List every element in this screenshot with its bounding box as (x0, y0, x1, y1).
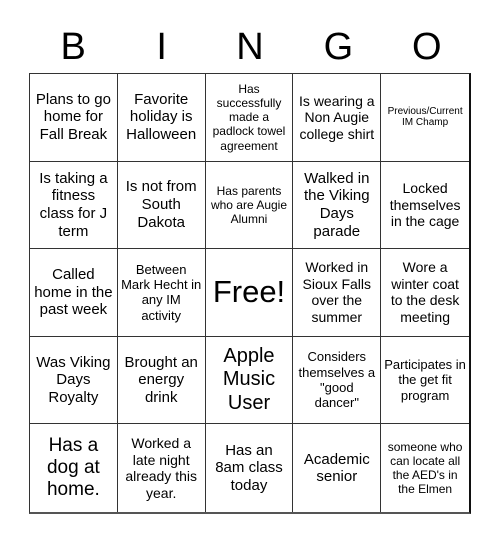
bingo-cell[interactable]: Called home in the past week (30, 249, 118, 337)
bingo-cell[interactable]: Considers themselves a "good dancer" (293, 336, 382, 425)
bingo-cell[interactable]: Previous/Current IM Champ (381, 74, 469, 162)
bingo-cell[interactable]: Walked in the Viking Days parade (293, 161, 382, 250)
bingo-cell[interactable]: Is wearing a Non Augie college shirt (293, 74, 382, 162)
bingo-cell[interactable]: Worked a late night already this year. (118, 424, 206, 512)
bingo-cell[interactable]: Between Mark Hecht in any IM activity (117, 249, 206, 337)
bingo-cell[interactable]: Is taking a fitness class for J term (30, 161, 118, 250)
header-letter-o: O (412, 26, 442, 68)
free-space-cell[interactable]: Free! (205, 249, 294, 337)
bingo-cell[interactable]: Wore a winter coat to the desk meeting (381, 249, 469, 337)
bingo-cell[interactable]: Plans to go home for Fall Break (30, 74, 118, 162)
bingo-cell[interactable]: Academic senior (293, 424, 382, 512)
bingo-cell[interactable]: someone who can locate all the AED's in … (381, 424, 469, 512)
header-letter-b: B (60, 26, 86, 68)
bingo-cell[interactable]: Worked in Sioux Falls over the summer (293, 249, 382, 337)
bingo-cell[interactable]: Locked themselves in the cage (381, 162, 469, 250)
header-letter-g: G (323, 26, 354, 68)
bingo-cell[interactable]: Has successfully made a padlock towel ag… (205, 74, 294, 162)
bingo-cell[interactable]: Has an 8am class today (206, 424, 294, 512)
bingo-cell[interactable]: Has parents who are Augie Alumni (205, 161, 294, 250)
bingo-cell[interactable]: Is not from South Dakota (117, 161, 206, 250)
header-letter-n: N (236, 26, 264, 68)
bingo-grid: Plans to go home for Fall Break Favorite… (29, 73, 471, 514)
bingo-cell[interactable]: Brought an energy drink (117, 336, 206, 425)
bingo-cell[interactable]: Apple Music User (205, 336, 294, 425)
bingo-cell[interactable]: Participates in the get fit program (381, 337, 469, 425)
bingo-cell[interactable]: Favorite holiday is Halloween (117, 74, 206, 162)
bingo-cell[interactable]: Was Viking Days Royalty (30, 336, 118, 425)
bingo-cell[interactable]: Has a dog at home. (30, 424, 118, 512)
header-letter-i: I (156, 26, 167, 68)
bingo-header: B I N G O (29, 22, 471, 72)
